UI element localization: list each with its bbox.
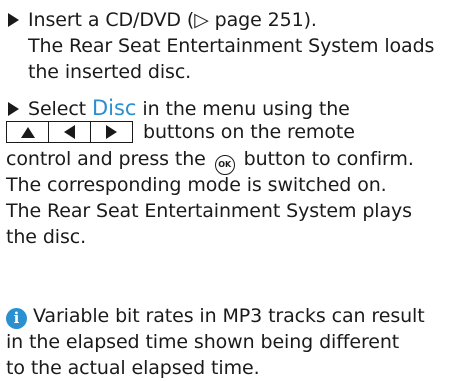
step-2-control-prefix: control and press the xyxy=(6,148,212,170)
step-1-result-line-2: the inserted disc. xyxy=(28,61,192,83)
right-arrow-key xyxy=(90,121,133,143)
step-2-result-line-3: the disc. xyxy=(6,226,87,248)
note-line-1: Variable bit rates in MP3 tracks can res… xyxy=(33,305,425,327)
bullet-step-1 xyxy=(8,13,19,27)
note-line-2: in the elapsed time shown being differen… xyxy=(6,331,400,353)
step-2-result-line-1: The corresponding mode is switched on. xyxy=(6,174,387,196)
step-2-select-suffix: in the menu using the xyxy=(136,98,350,120)
arrow-right-icon xyxy=(106,125,117,139)
step-1-result-line-1: The Rear Seat Entertainment System loads xyxy=(28,35,435,57)
step-2-select-prefix: Select xyxy=(28,98,92,120)
left-arrow-key xyxy=(48,121,91,143)
step-2-instruction-line-2: buttons on the remote xyxy=(143,121,355,143)
step-1-instruction: Insert a CD/DVD (▷ page 251). xyxy=(28,9,317,31)
remote-arrow-buttons xyxy=(6,121,133,143)
note-line-3: to the actual elapsed time. xyxy=(6,357,260,379)
bullet-step-2 xyxy=(8,102,19,116)
step-2-control-suffix: button to confirm. xyxy=(237,148,414,170)
info-icon: i xyxy=(6,308,27,329)
arrow-up-icon xyxy=(20,126,35,138)
step-2-instruction-line-1: Select Disc in the menu using the xyxy=(28,95,350,122)
up-arrow-key xyxy=(6,121,49,143)
menu-item-disc: Disc xyxy=(91,96,137,120)
arrow-left-icon xyxy=(64,125,75,139)
step-2-result-line-2: The Rear Seat Entertainment System plays xyxy=(6,200,412,222)
step-2-instruction-line-3: control and press the OK button to confi… xyxy=(6,146,414,175)
